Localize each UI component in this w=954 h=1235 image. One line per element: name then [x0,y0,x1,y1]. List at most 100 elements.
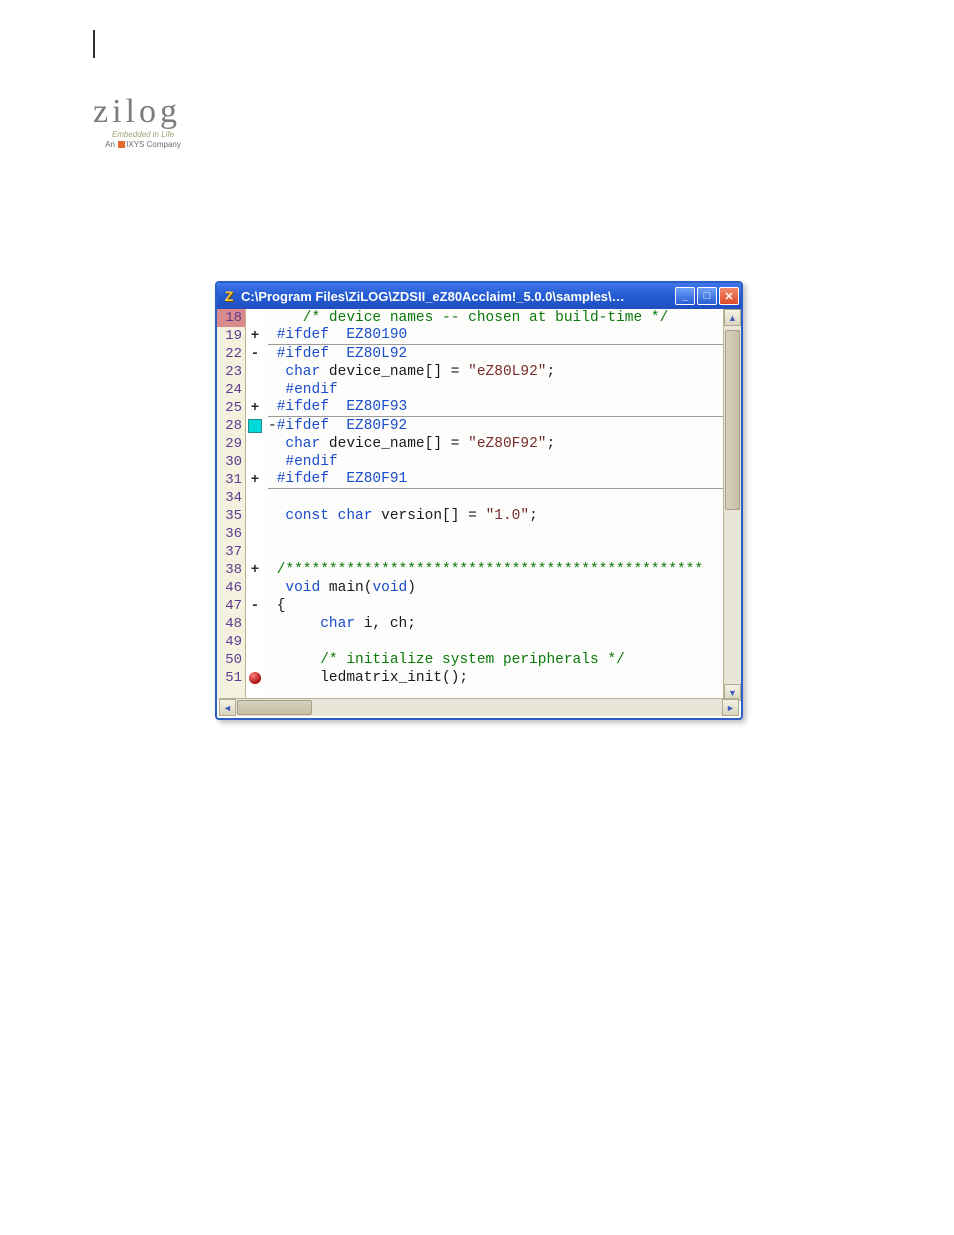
code-token [268,471,277,487]
code-token: "eZ80L92" [468,364,546,380]
window-buttons: _ □ ✕ [675,287,739,305]
breakpoint-marker[interactable] [247,669,263,687]
code-token [268,652,320,668]
code-line[interactable]: char i, ch; [268,615,723,633]
window-title: C:\Program Files\ZiLOG\ZDSII_eZ80Acclaim… [241,289,675,304]
horizontal-scrollbar[interactable]: ◄ ► [219,698,739,716]
logo-wordmark: zilog [93,95,193,129]
fold-expand-icon[interactable]: + [247,399,263,417]
code-token: ledmatrix_init(); [268,670,468,686]
code-token: #ifdef EZ80F91 [277,471,408,487]
fold-expand-icon[interactable]: + [247,327,263,345]
code-token [268,580,285,596]
line-number[interactable]: 36 [217,525,245,543]
logo-block: zilog Embedded in Life An IXYS Company [93,95,193,149]
line-number[interactable]: 46 [217,579,245,597]
fold-expand-icon[interactable]: + [247,561,263,579]
line-number[interactable]: 49 [217,633,245,651]
line-number[interactable]: 51 [217,669,245,687]
program-counter-marker[interactable] [247,417,263,435]
titlebar[interactable]: Z C:\Program Files\ZiLOG\ZDSII_eZ80Accla… [217,283,741,309]
fold-expand-icon[interactable]: + [247,471,263,489]
code-line[interactable]: const char version[] = "1.0"; [268,507,723,525]
code-line[interactable]: /* device names -- chosen at build-time … [268,309,723,327]
code-token [268,327,277,343]
code-line[interactable]: #ifdef EZ80190 [268,327,723,345]
code-token: #ifdef EZ80F93 [277,399,408,415]
code-token: #ifdef EZ80190 [277,327,408,343]
code-line[interactable]: #ifdef EZ80F91 [268,471,723,489]
close-button[interactable]: ✕ [719,287,739,305]
code-token [268,399,277,415]
code-token: #ifdef EZ80L92 [277,346,408,362]
code-line[interactable]: #ifdef EZ80F93 [268,399,723,417]
scroll-up-button[interactable]: ▲ [724,309,741,326]
vertical-scroll-thumb[interactable] [725,330,740,510]
code-line[interactable] [268,633,723,651]
code-line[interactable]: -#ifdef EZ80F92 [268,417,723,435]
code-token [329,508,338,524]
code-token: version[] = [372,508,485,524]
line-number[interactable]: 31 [217,471,245,489]
ixys-square-icon [118,141,125,148]
code-line[interactable] [268,489,723,507]
line-number[interactable]: 47 [217,597,245,615]
code-line[interactable]: /***************************************… [268,561,723,579]
code-line[interactable] [268,525,723,543]
code-token: #endif [285,382,337,398]
breakpoint-icon [249,672,261,684]
maximize-button[interactable]: □ [697,287,717,305]
editor-area: 1819222324252829303134353637384647484950… [217,309,741,701]
line-number[interactable]: 25 [217,399,245,417]
logo-tagline-2-suffix: Company [147,140,181,149]
code-window: Z C:\Program Files\ZiLOG\ZDSII_eZ80Accla… [215,281,743,720]
code-line[interactable]: #endif [268,453,723,471]
code-line[interactable]: #ifdef EZ80L92 [268,345,723,363]
code-token [268,310,277,326]
code-line[interactable]: #endif [268,381,723,399]
horizontal-scroll-thumb[interactable] [237,700,312,715]
line-number[interactable]: 35 [217,507,245,525]
code-token [268,436,285,452]
code-token: main( [320,580,372,596]
code-token [268,346,277,362]
code-token: const [285,508,329,524]
code-token: - [268,418,277,434]
code-token: #ifdef EZ80F92 [277,418,408,434]
line-number[interactable]: 38 [217,561,245,579]
line-number[interactable]: 50 [217,651,245,669]
fold-collapse-icon[interactable]: - [247,597,263,615]
line-number[interactable]: 24 [217,381,245,399]
code-token: void [285,580,320,596]
line-number[interactable]: 22 [217,345,245,363]
breakpoint-gutter[interactable]: +-+++- [246,309,264,701]
line-number[interactable]: 30 [217,453,245,471]
fold-collapse-icon[interactable]: - [247,345,263,363]
line-number[interactable]: 23 [217,363,245,381]
code-line[interactable]: void main(void) [268,579,723,597]
line-number[interactable]: 29 [217,435,245,453]
line-number-gutter[interactable]: 1819222324252829303134353637384647484950… [217,309,246,701]
scroll-right-button[interactable]: ► [722,699,739,716]
line-number[interactable]: 19 [217,327,245,345]
code-line[interactable]: ledmatrix_init(); [268,669,723,687]
scroll-left-button[interactable]: ◄ [219,699,236,716]
code-line[interactable]: { [268,597,723,615]
line-number[interactable]: 18 [217,309,245,327]
minimize-button[interactable]: _ [675,287,695,305]
code-line[interactable]: char device_name[] = "eZ80L92"; [268,363,723,381]
logo-tagline-2: An IXYS Company [93,141,193,149]
line-number[interactable]: 48 [217,615,245,633]
line-number[interactable]: 34 [217,489,245,507]
code-line[interactable] [268,543,723,561]
code-line[interactable]: /* initialize system peripherals */ [268,651,723,669]
program-counter-marker [248,419,262,433]
app-icon: Z [221,288,237,304]
code-token: "eZ80F92" [468,436,546,452]
code-area[interactable]: /* device names -- chosen at build-time … [264,309,723,701]
logo-tagline-2-prefix: An [105,140,115,149]
line-number[interactable]: 37 [217,543,245,561]
code-line[interactable]: char device_name[] = "eZ80F92"; [268,435,723,453]
vertical-scrollbar[interactable]: ▲ ▼ [723,309,741,701]
line-number[interactable]: 28 [217,417,245,435]
